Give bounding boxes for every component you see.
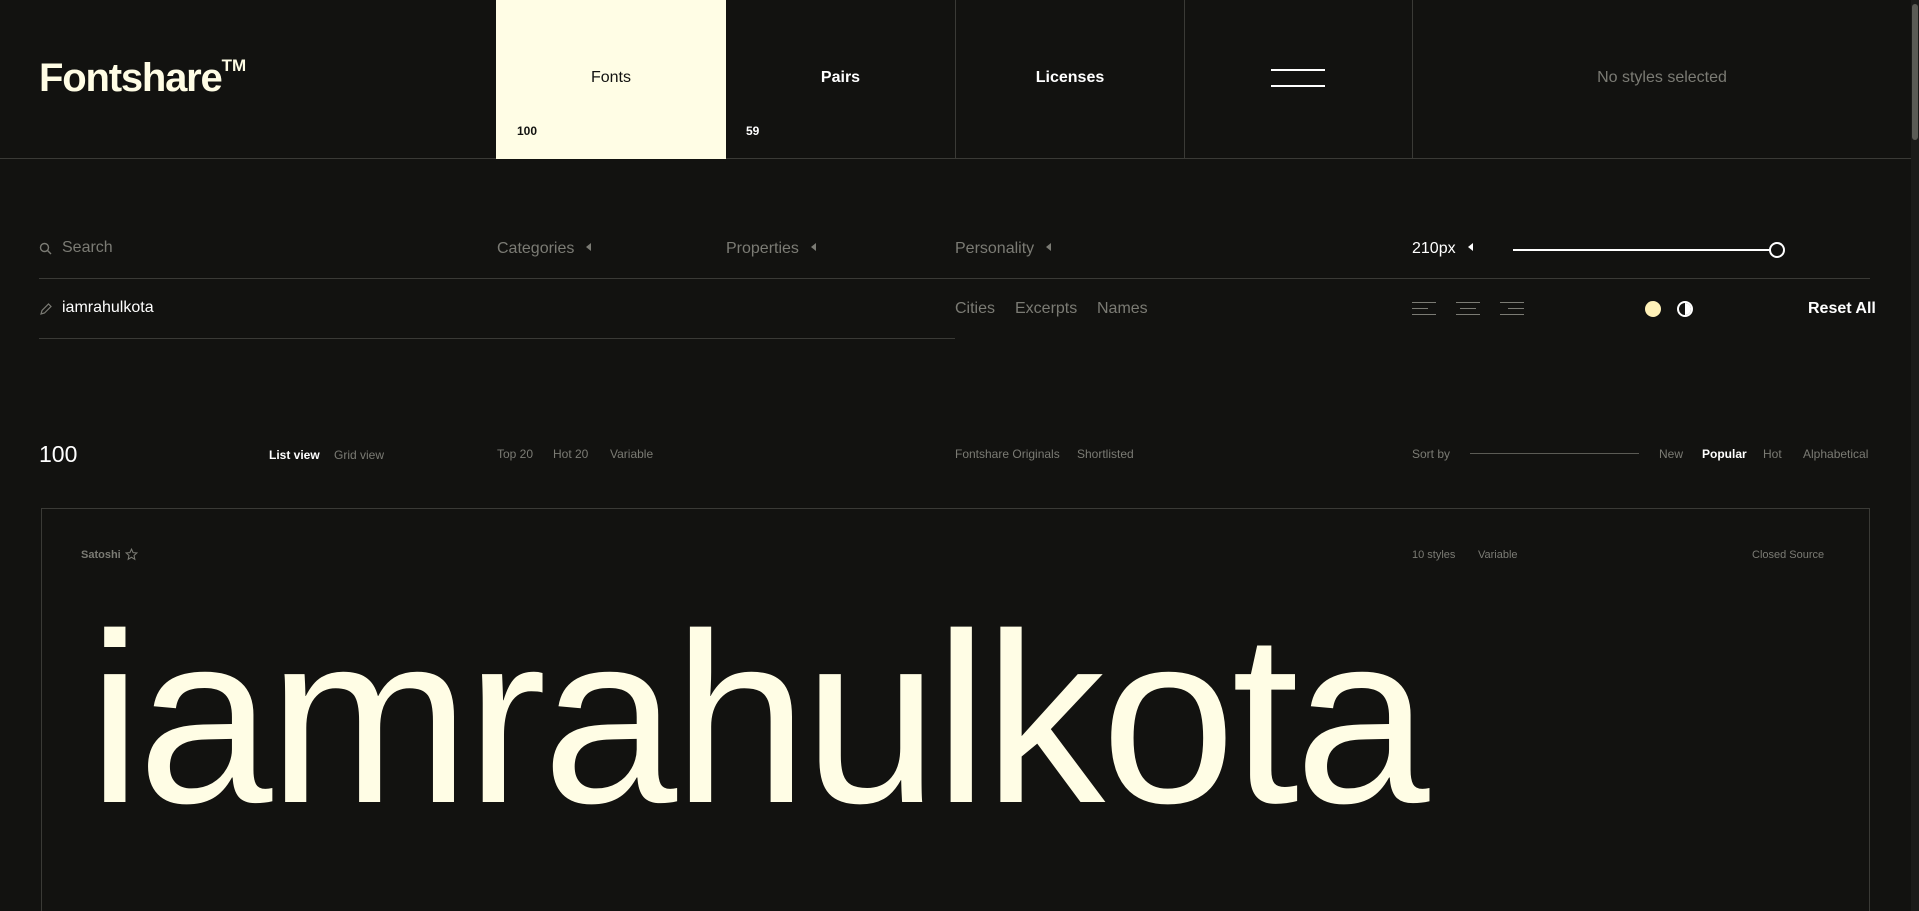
filter-hot-20[interactable]: Hot 20 [553, 447, 588, 461]
tab-licenses-label: Licenses [1035, 69, 1105, 86]
pairs-count: 59 [746, 124, 760, 138]
grid-view-button[interactable]: Grid view [334, 448, 384, 462]
contrast-icon[interactable] [1677, 301, 1693, 317]
size-slider-track[interactable] [1513, 249, 1777, 251]
pencil-icon [40, 303, 52, 315]
sort-alphabetical[interactable]: Alphabetical [1803, 447, 1868, 461]
menu-button[interactable] [1184, 0, 1412, 159]
align-left-icon[interactable] [1412, 302, 1436, 315]
properties-dropdown[interactable]: Properties [726, 240, 816, 258]
filter-shortlisted[interactable]: Shortlisted [1077, 447, 1134, 461]
font-name[interactable]: Satoshi [81, 549, 121, 561]
font-preview-text[interactable]: iamrahulkota [88, 598, 1429, 840]
personality-dropdown[interactable]: Personality [955, 240, 1052, 258]
selection-panel[interactable]: No styles selected [1412, 0, 1911, 159]
filter-top-20[interactable]: Top 20 [497, 447, 533, 461]
tab-licenses[interactable]: Licenses [955, 0, 1184, 159]
search-icon [39, 242, 52, 255]
align-right-icon[interactable] [1500, 302, 1524, 315]
divider [39, 278, 1870, 279]
caret-left-icon [586, 243, 592, 251]
preset-cities[interactable]: Cities [955, 300, 995, 318]
list-view-button[interactable]: List view [269, 448, 320, 462]
font-styles-count: 10 styles [1412, 549, 1456, 561]
sort-divider [1470, 453, 1639, 454]
tab-fonts[interactable]: Fonts 100 [496, 0, 726, 159]
preset-excerpts[interactable]: Excerpts [1015, 300, 1077, 318]
filter-variable[interactable]: Variable [610, 447, 653, 461]
menu-icon [1271, 69, 1325, 87]
size-slider-thumb[interactable] [1769, 242, 1785, 258]
preset-names[interactable]: Names [1097, 300, 1148, 318]
trademark: TM [221, 55, 247, 75]
logo-text: Fontshare [39, 56, 223, 100]
size-dropdown[interactable]: 210px [1412, 240, 1473, 258]
reset-all-button[interactable]: Reset All [1808, 300, 1876, 318]
sort-label: Sort by [1412, 447, 1451, 461]
star-icon[interactable] [125, 548, 138, 561]
divider [39, 338, 955, 339]
sort-popular[interactable]: Popular [1702, 447, 1747, 461]
properties-label: Properties [726, 240, 799, 257]
tab-pairs-label: Pairs [820, 69, 861, 86]
fonts-count: 100 [517, 124, 538, 138]
scrollbar-thumb[interactable] [1912, 4, 1918, 140]
caret-left-icon [1046, 243, 1052, 251]
categories-label: Categories [497, 240, 575, 257]
scrollbar[interactable] [1911, 0, 1919, 911]
categories-dropdown[interactable]: Categories [497, 240, 592, 258]
tab-pairs[interactable]: Pairs 59 [726, 0, 955, 159]
caret-left-icon [810, 243, 816, 251]
preview-text-input[interactable]: iamrahulkota [62, 299, 154, 317]
font-variable-badge: Variable [1478, 549, 1518, 561]
tab-fonts-label: Fonts [590, 69, 631, 86]
size-value: 210px [1412, 240, 1456, 257]
personality-label: Personality [955, 240, 1035, 257]
search-input[interactable]: Search [62, 239, 113, 257]
sort-new[interactable]: New [1659, 447, 1683, 461]
font-license: Closed Source [1752, 549, 1825, 561]
caret-left-icon [1467, 243, 1473, 251]
filter-fontshare-originals[interactable]: Fontshare Originals [955, 447, 1060, 461]
selection-status: No styles selected [1597, 69, 1727, 86]
header: FontshareTM Fonts 100 Pairs 59 Licenses … [0, 0, 1911, 159]
light-theme-icon[interactable] [1645, 301, 1661, 317]
fontshare-logo[interactable]: FontshareTM [39, 56, 246, 101]
sort-hot[interactable]: Hot [1763, 447, 1782, 461]
results-count: 100 [39, 441, 78, 467]
align-center-icon[interactable] [1456, 302, 1480, 315]
